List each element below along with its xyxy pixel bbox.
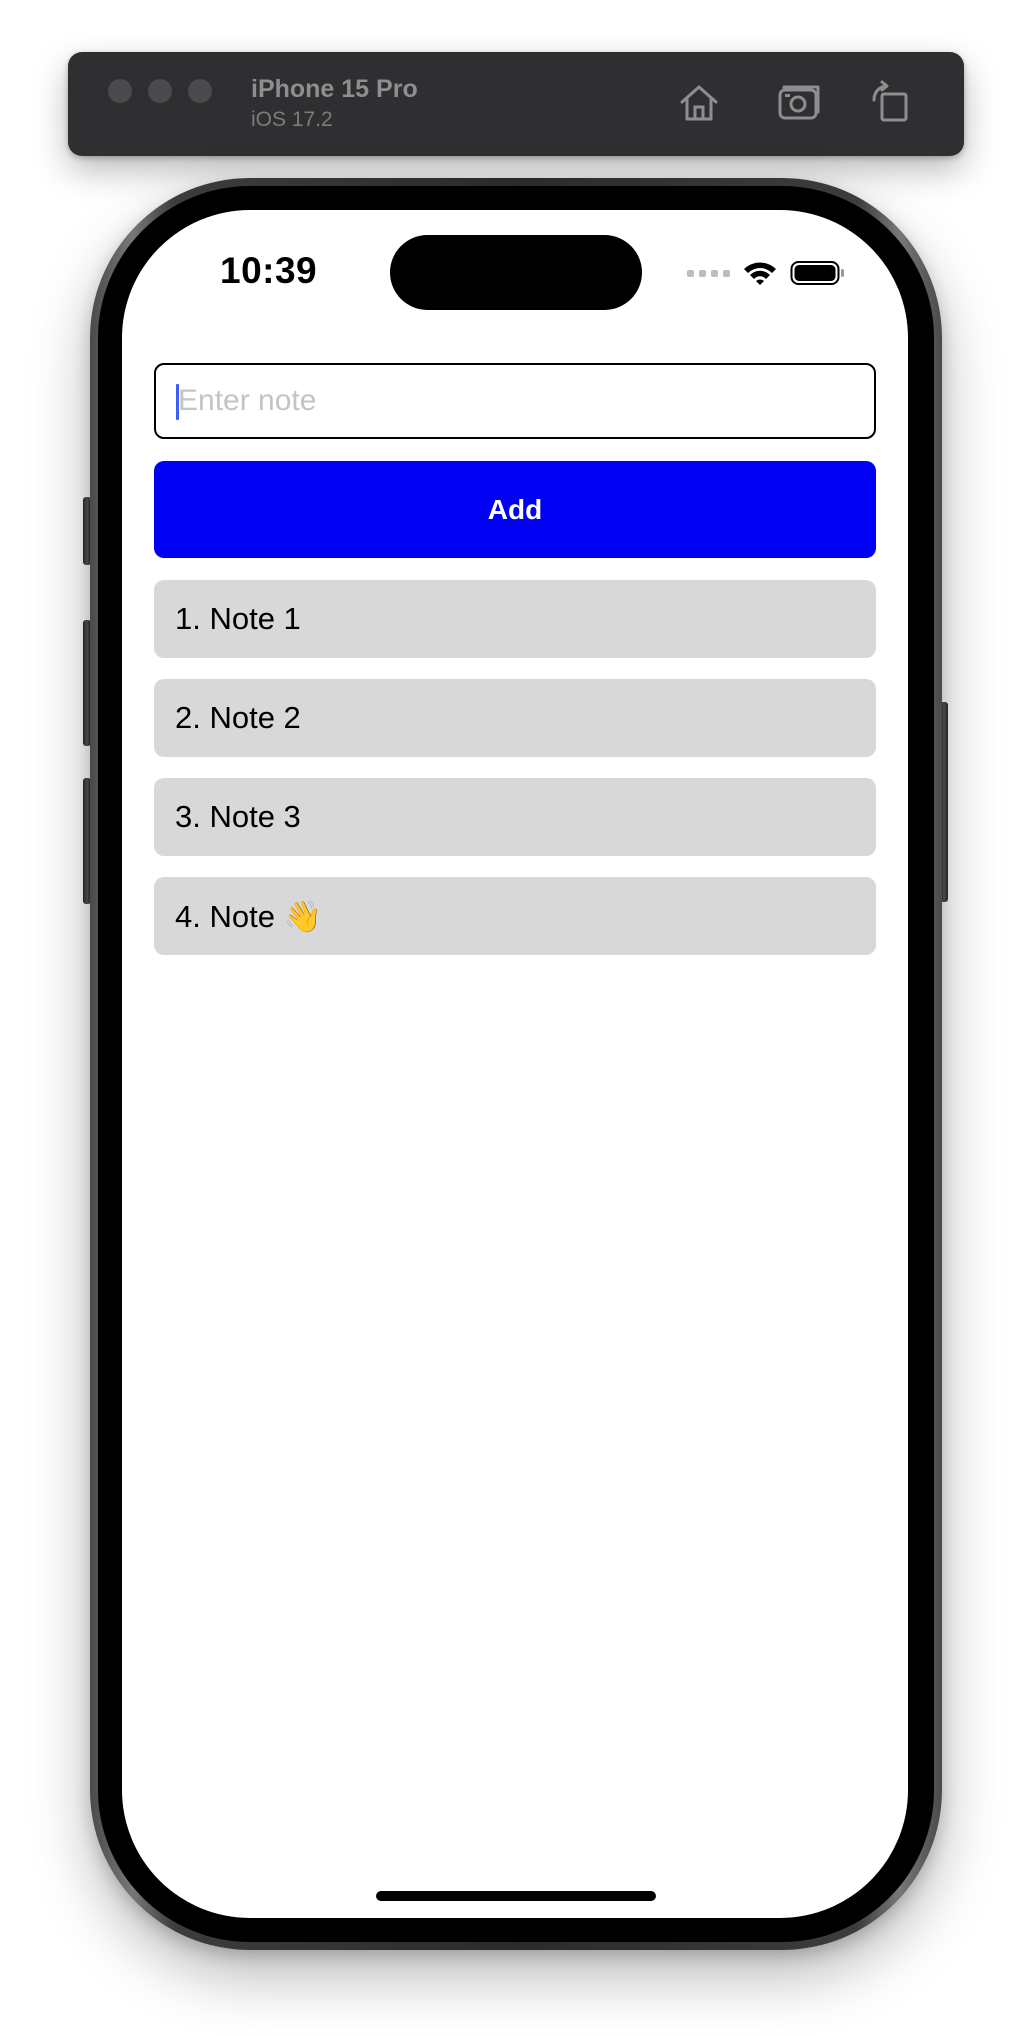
device-name: iPhone 15 Pro [251, 75, 418, 103]
note-input-container [154, 363, 876, 439]
add-button[interactable]: Add [154, 461, 876, 558]
notes-list: 1. Note 1 2. Note 2 3. Note 3 4. Note 👋 [154, 580, 876, 976]
home-icon[interactable] [676, 80, 722, 126]
note-item[interactable]: 3. Note 3 [154, 778, 876, 856]
note-input[interactable] [178, 365, 858, 437]
simulator-toolbar [68, 52, 964, 156]
phone-screen: 10:39 Add 1. Note 1 2. Note 2 [122, 210, 908, 1918]
close-window-button[interactable] [108, 79, 132, 103]
screenshot-icon[interactable] [776, 80, 822, 126]
device-os-version: iOS 17.2 [251, 108, 333, 131]
status-time: 10:39 [220, 250, 318, 291]
status-icons [687, 255, 846, 291]
note-item[interactable]: 4. Note 👋 [154, 877, 876, 955]
note-item[interactable]: 1. Note 1 [154, 580, 876, 658]
wifi-icon [744, 262, 776, 285]
minimize-window-button[interactable] [148, 79, 172, 103]
rotate-icon[interactable] [868, 80, 914, 126]
zoom-window-button[interactable] [188, 79, 212, 103]
cellular-signal-icon [687, 269, 730, 277]
simulator-window: iPhone 15 Pro iOS 17.2 10:39 Enter note … [0, 0, 1030, 2036]
battery-icon [790, 261, 844, 285]
dynamic-island [390, 235, 642, 310]
home-indicator[interactable] [376, 1891, 656, 1901]
text-cursor [176, 384, 179, 420]
note-item[interactable]: 2. Note 2 [154, 679, 876, 757]
